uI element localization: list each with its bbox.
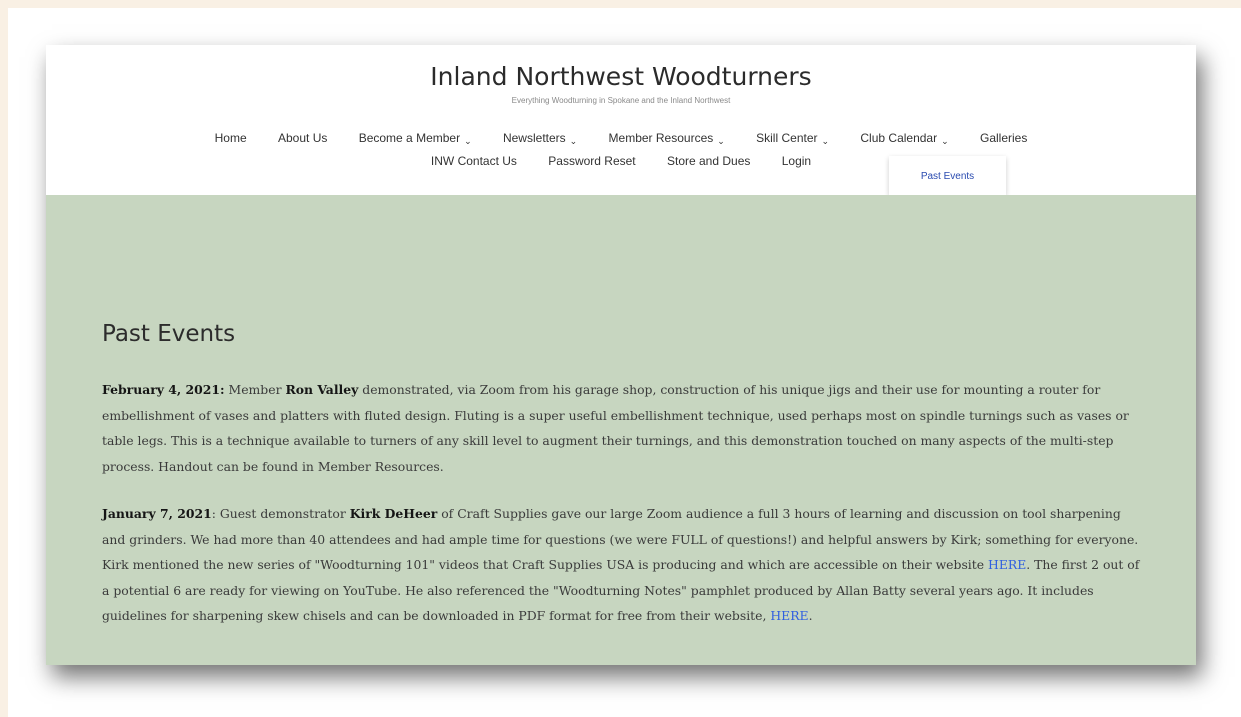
page-title: Past Events bbox=[102, 321, 236, 347]
nav-login-label: Login bbox=[781, 154, 812, 168]
nav-home[interactable]: Home bbox=[215, 131, 247, 145]
event-text: Member bbox=[224, 382, 286, 397]
chevron-down-icon: ⌄ bbox=[464, 136, 472, 146]
dropdown-item-past-events[interactable]: Past Events bbox=[921, 171, 974, 182]
nav-galleries-label: Galleries bbox=[980, 131, 1028, 145]
nav-contact-us-label: INW Contact Us bbox=[430, 154, 517, 168]
nav-newsletters-label: Newsletters bbox=[502, 131, 566, 145]
nav-store-and-dues-label: Store and Dues bbox=[666, 154, 751, 168]
nav-login[interactable]: Login bbox=[782, 154, 811, 168]
main-nav-row-2: INW Contact Us Password Reset Store and … bbox=[46, 154, 1196, 168]
nav-password-reset-label: Password Reset bbox=[548, 154, 636, 168]
nav-member-resources-label: Member Resources bbox=[608, 131, 714, 145]
nav-skill-center-label: Skill Center bbox=[756, 131, 818, 145]
nav-become-a-member[interactable]: Become a Member ⌄ bbox=[359, 131, 472, 147]
chevron-down-icon: ⌄ bbox=[717, 136, 725, 146]
event-date: January 7, 2021 bbox=[102, 506, 212, 521]
woodturning-notes-link[interactable]: HERE bbox=[770, 608, 808, 623]
nav-club-calendar-label: Club Calendar bbox=[860, 131, 938, 145]
site-title[interactable]: Inland Northwest Woodturners bbox=[46, 62, 1196, 91]
nav-store-and-dues[interactable]: Store and Dues bbox=[667, 154, 750, 168]
event-date: February 4, 2021: bbox=[102, 382, 225, 397]
event-text: : Guest demonstrator bbox=[211, 506, 350, 521]
canvas: Inland Northwest Woodturners Everything … bbox=[8, 8, 1241, 717]
chevron-down-icon: ⌄ bbox=[569, 136, 578, 146]
event-text: . bbox=[808, 608, 813, 624]
nav-member-resources[interactable]: Member Resources ⌄ bbox=[609, 131, 725, 147]
main-nav-row-1: Home About Us Become a Member ⌄ Newslette… bbox=[46, 131, 1196, 147]
club-calendar-dropdown: Past Events bbox=[889, 156, 1006, 195]
main-content: Past Events February 4, 2021: Member Ron… bbox=[46, 195, 1196, 665]
nav-about-us-label: About Us bbox=[278, 131, 328, 145]
nav-club-calendar[interactable]: Club Calendar ⌄ bbox=[860, 131, 948, 147]
site-header: Inland Northwest Woodturners Everything … bbox=[46, 45, 1196, 195]
event-person-name: Ron Valley bbox=[285, 382, 359, 397]
nav-about-us[interactable]: About Us bbox=[278, 131, 327, 145]
chevron-down-icon: ⌄ bbox=[821, 136, 830, 146]
nav-home-label: Home bbox=[214, 131, 247, 145]
nav-become-a-member-label: Become a Member bbox=[358, 131, 461, 145]
nav-galleries[interactable]: Galleries bbox=[980, 131, 1027, 145]
nav-newsletters[interactable]: Newsletters ⌄ bbox=[503, 131, 577, 147]
site-tagline: Everything Woodturning in Spokane and th… bbox=[511, 96, 731, 105]
nav-skill-center[interactable]: Skill Center ⌄ bbox=[756, 131, 829, 147]
website-screenshot: Inland Northwest Woodturners Everything … bbox=[46, 45, 1196, 665]
nav-contact-us[interactable]: INW Contact Us bbox=[431, 154, 517, 168]
woodturning-101-link[interactable]: HERE bbox=[988, 557, 1026, 572]
event-person-name: Kirk DeHeer bbox=[349, 506, 438, 521]
nav-password-reset[interactable]: Password Reset bbox=[548, 154, 635, 168]
event-entry: February 4, 2021: Member Ron Valley demo… bbox=[102, 377, 1142, 479]
event-entry: January 7, 2021: Guest demonstrator Kirk… bbox=[102, 501, 1142, 629]
chevron-down-icon: ⌄ bbox=[941, 136, 949, 146]
